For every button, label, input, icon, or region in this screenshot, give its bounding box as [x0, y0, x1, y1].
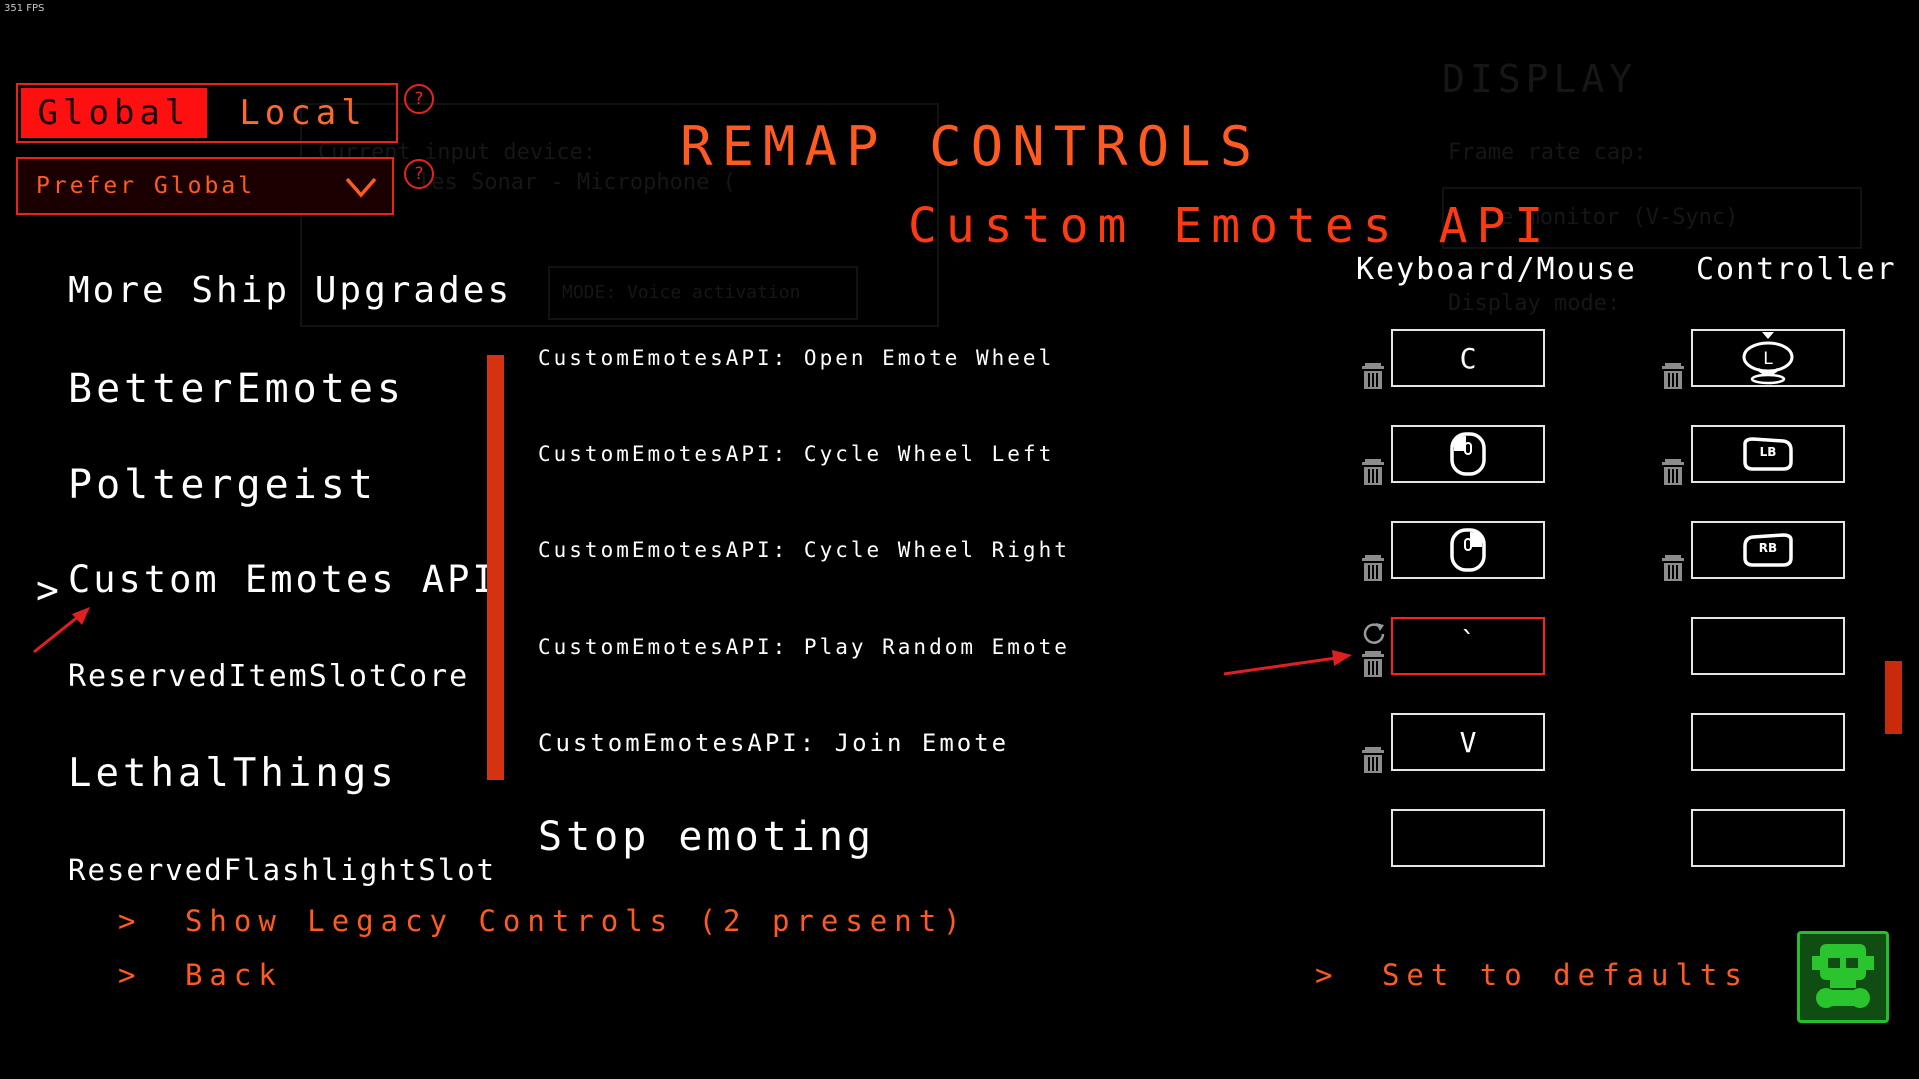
mod-item-custom-emotes-api[interactable]: Custom Emotes API: [68, 558, 498, 601]
action-label: CustomEmotesAPI: Cycle Wheel Left: [538, 442, 1055, 466]
trash-icon[interactable]: [1661, 554, 1685, 582]
trash-icon[interactable]: [1361, 362, 1385, 390]
annotation-arrow-binding: [1223, 650, 1352, 676]
fps-counter: 351 FPS: [4, 3, 45, 14]
rb-button-icon: RB: [1741, 532, 1795, 568]
bg-frame-rate-label: Frame rate cap:: [1448, 140, 1647, 165]
mod-item-more-ship-upgrades[interactable]: More Ship Upgrades: [68, 270, 512, 311]
left-stick-press-icon: L: [1742, 332, 1794, 385]
prefer-dropdown-value: Prefer Global: [36, 173, 256, 199]
mouse-right-button-icon: [1450, 528, 1486, 572]
action-label: Stop emoting: [538, 814, 875, 860]
chevron-down-icon: [345, 177, 377, 198]
kbm-binding-button[interactable]: `: [1391, 617, 1545, 675]
controller-binding-button[interactable]: [1691, 617, 1845, 675]
bg-voice-mode: MODE: Voice activation: [562, 282, 801, 303]
mod-item-poltergeist[interactable]: Poltergeist: [68, 462, 377, 508]
back-label: Back: [184, 958, 283, 992]
robot-face-icon: [1812, 944, 1874, 1008]
page-title: REMAP CONTROLS: [680, 115, 1262, 178]
mod-item-reservedflashlightslot[interactable]: ReservedFlashlightSlot: [68, 853, 496, 887]
kbm-binding-button[interactable]: C: [1391, 329, 1545, 387]
trash-icon[interactable]: [1661, 458, 1685, 486]
controller-binding-button[interactable]: RB: [1691, 521, 1845, 579]
set-to-defaults-link[interactable]: > Set to defaults: [1315, 958, 1749, 992]
lb-button-icon: LB: [1741, 436, 1795, 472]
column-header-controller: Controller: [1696, 252, 1897, 287]
action-label: CustomEmotesAPI: Cycle Wheel Right: [538, 538, 1070, 562]
set-to-defaults-label: Set to defaults: [1381, 958, 1749, 992]
trash-icon[interactable]: [1361, 458, 1385, 486]
show-legacy-controls-link[interactable]: > Show Legacy Controls (2 present): [118, 904, 968, 938]
mod-subtitle: Custom Emotes API: [908, 198, 1553, 254]
mod-item-lethalthings[interactable]: LethalThings: [68, 751, 398, 796]
scope-help-icon[interactable]: ?: [404, 84, 434, 114]
dropdown-help-icon[interactable]: ?: [404, 159, 434, 189]
controller-binding-button[interactable]: [1691, 809, 1845, 867]
controller-binding-button[interactable]: L: [1691, 329, 1845, 387]
mod-item-betteremotes[interactable]: BetterEmotes: [68, 366, 405, 412]
mod-item-reserveditemslotcore[interactable]: ReservedItemSlotCore: [68, 659, 469, 694]
bg-display-mode-label: Display mode:: [1448, 291, 1621, 316]
back-link[interactable]: > Back: [118, 958, 283, 992]
kbm-binding-button[interactable]: [1391, 809, 1545, 867]
reset-icon[interactable]: [1362, 620, 1386, 644]
kbm-binding-button[interactable]: V: [1391, 713, 1545, 771]
mouse-left-button-icon: [1450, 432, 1486, 476]
scope-tabs: Global Local: [16, 83, 398, 143]
show-legacy-label: Show Legacy Controls (2 present): [184, 904, 968, 938]
chevron-right-icon: >: [118, 904, 143, 938]
annotation-arrow-mod: [33, 607, 90, 654]
action-label: CustomEmotesAPI: Open Emote Wheel: [538, 346, 1055, 370]
action-label: CustomEmotesAPI: Join Emote: [538, 729, 1010, 757]
app-logo: [1797, 931, 1889, 1023]
kbm-binding-button[interactable]: [1391, 425, 1545, 483]
controller-binding-button[interactable]: LB: [1691, 425, 1845, 483]
chevron-right-icon: >: [118, 958, 143, 992]
tab-global[interactable]: Global: [21, 88, 207, 138]
bg-display-title: DISPLAY: [1442, 57, 1638, 101]
svg-text:L: L: [1763, 349, 1773, 369]
kbm-binding-button[interactable]: [1391, 521, 1545, 579]
controller-binding-button[interactable]: [1691, 713, 1845, 771]
trash-icon[interactable]: [1661, 362, 1685, 390]
chevron-right-icon: >: [1315, 958, 1340, 992]
mod-list-scrollbar[interactable]: [487, 355, 504, 780]
trash-icon[interactable]: [1361, 746, 1385, 774]
trash-icon[interactable]: [1361, 650, 1385, 678]
bindings-scrollbar[interactable]: [1885, 661, 1902, 734]
tab-local[interactable]: Local: [210, 85, 396, 141]
prefer-dropdown[interactable]: Prefer Global: [16, 157, 394, 215]
action-label: CustomEmotesAPI: Play Random Emote: [538, 635, 1070, 659]
trash-icon[interactable]: [1361, 554, 1385, 582]
column-header-keyboard: Keyboard/Mouse: [1356, 252, 1637, 287]
